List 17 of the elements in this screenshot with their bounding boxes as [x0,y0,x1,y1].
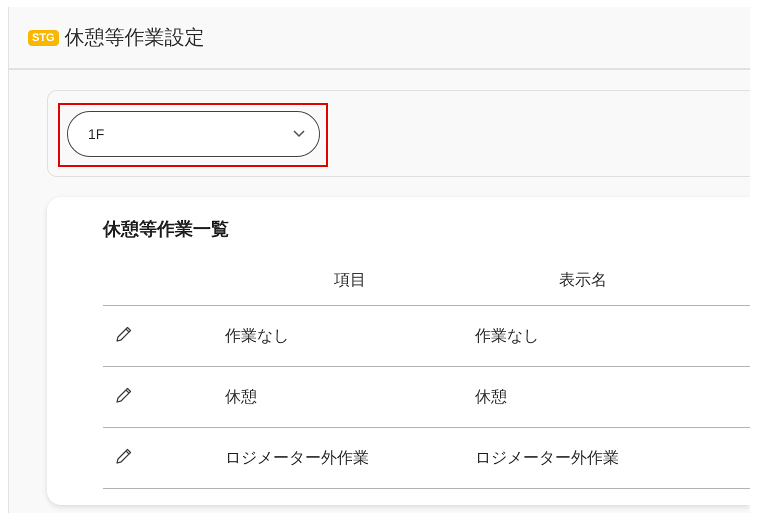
page-title: 休憩等作業設定 [64,24,205,51]
edit-pencil-icon[interactable] [115,386,133,404]
floor-select[interactable]: 1F [67,111,320,157]
table-title: 休憩等作業一覧 [103,218,230,241]
chevron-down-icon [293,130,305,138]
table-cell: ロジメーター外作業 [225,428,475,488]
column-header: 項目 [225,255,475,306]
table-cell: ロジメーター外作業 [475,428,750,488]
edit-pencil-icon[interactable] [115,325,133,343]
table-cell: 作業なし [475,306,750,366]
select-value: 1F [88,126,106,142]
edit-pencil-icon[interactable] [115,447,133,465]
environment-badge: STG [28,30,59,46]
column-header: 表示名 [475,255,750,306]
table-cell: 休憩 [225,366,475,428]
table-cell: 作業なし [225,306,475,366]
table-cell: 休憩 [475,366,750,428]
